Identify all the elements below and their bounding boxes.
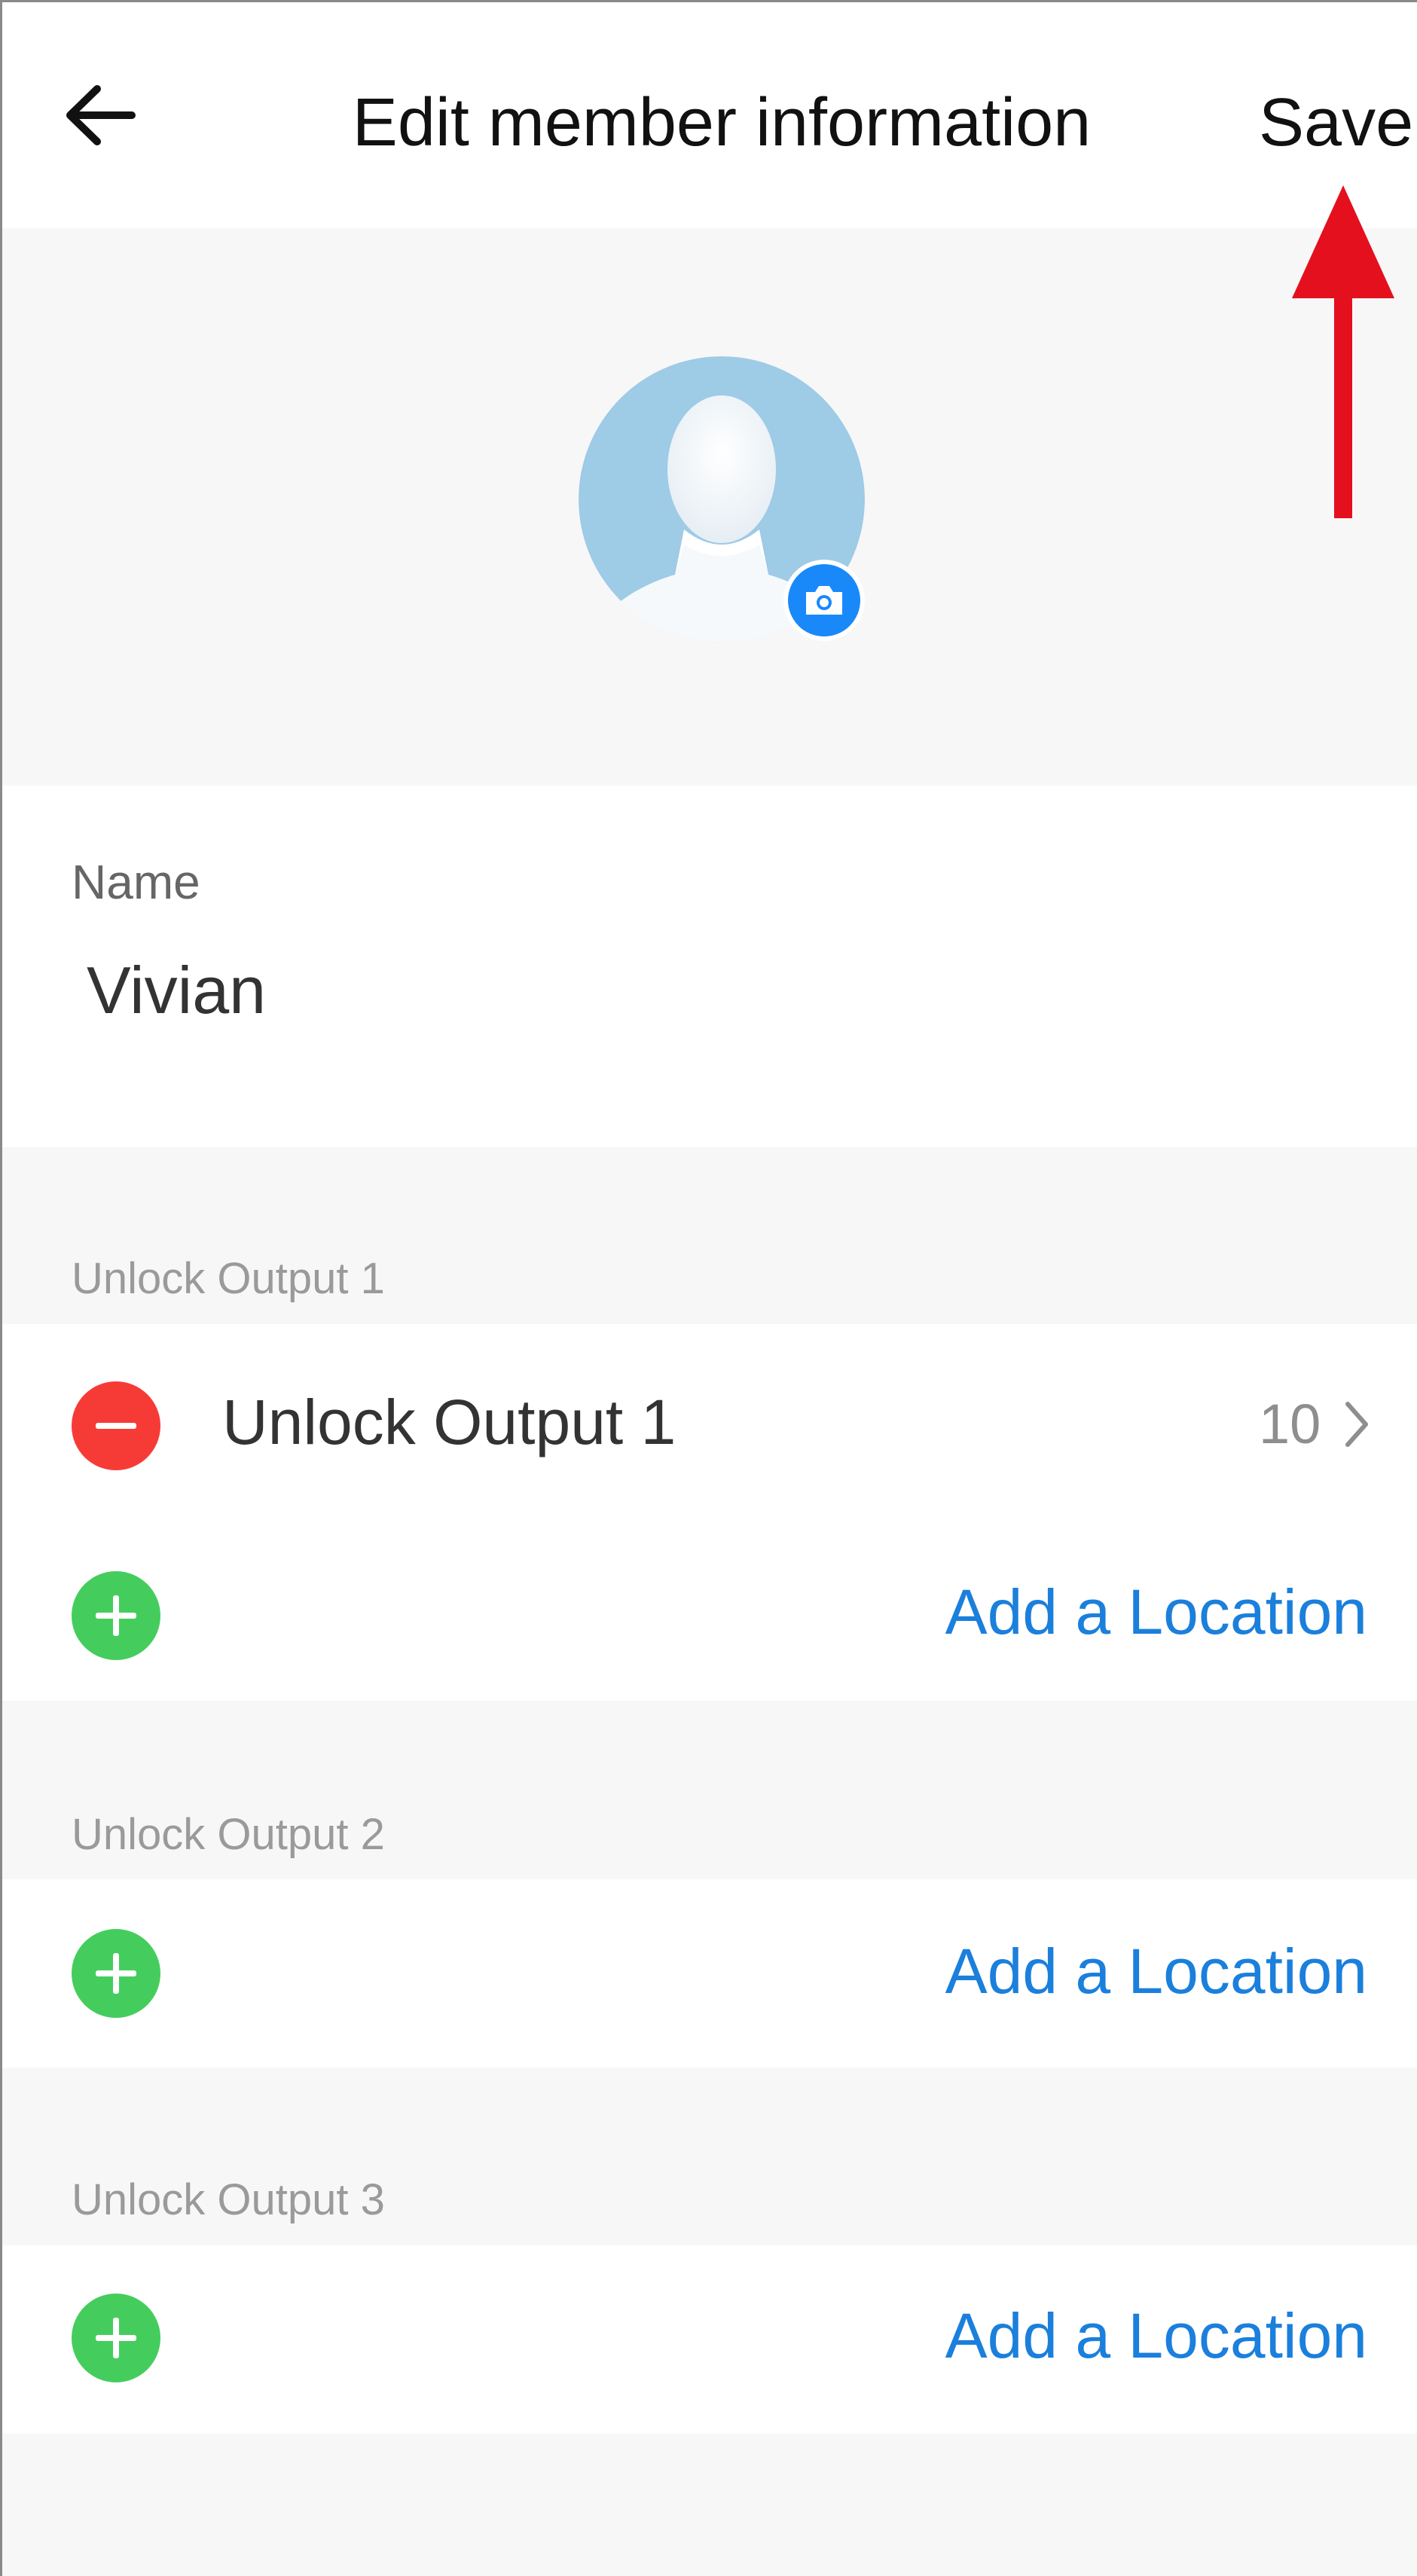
- section-label-unlock-output-3: Unlock Output 3: [72, 2175, 385, 2224]
- section-unlock-output-2: Add a Location: [2, 1879, 1417, 2068]
- add-location-row-2[interactable]: Add a Location: [2, 1879, 1417, 2068]
- section-label-unlock-output-1: Unlock Output 1: [72, 1254, 385, 1303]
- add-location-link[interactable]: Add a Location: [945, 2298, 1367, 2373]
- minus-circle-icon: [96, 1423, 136, 1429]
- camera-icon: [806, 586, 842, 615]
- list-item-unlock-output-1[interactable]: Unlock Output 1 10: [2, 1324, 1417, 1512]
- chevron-right-icon: [1334, 1387, 1379, 1462]
- avatar-section: [2, 228, 1417, 782]
- section-unlock-output-1: Unlock Output 1 10 Add a Location: [2, 1324, 1417, 1701]
- remove-location-button[interactable]: [72, 1381, 160, 1470]
- top-bar: Edit member information Save: [2, 2, 1417, 228]
- red-arrow-up-icon: [1292, 185, 1394, 518]
- location-count: 10: [1259, 1393, 1321, 1455]
- plus-circle-icon: [96, 1595, 136, 1636]
- change-photo-button[interactable]: [783, 560, 865, 641]
- page-title: Edit member information: [352, 85, 1092, 160]
- add-location-plus-button[interactable]: [72, 1571, 160, 1660]
- add-location-row-3[interactable]: Add a Location: [2, 2245, 1417, 2434]
- add-location-row-1[interactable]: Add a Location: [2, 1512, 1417, 1701]
- plus-circle-icon: [96, 1953, 136, 1994]
- name-field: Name Vivian: [2, 786, 1417, 1147]
- add-location-link[interactable]: Add a Location: [945, 1574, 1367, 1650]
- name-input[interactable]: Vivian: [87, 953, 266, 1028]
- name-label: Name: [72, 855, 200, 909]
- section-label-unlock-output-2: Unlock Output 2: [72, 1810, 385, 1859]
- add-location-plus-button[interactable]: [72, 2294, 160, 2382]
- save-button[interactable]: Save: [1259, 85, 1413, 160]
- add-location-plus-button[interactable]: [72, 1929, 160, 2018]
- app-screen: Edit member information Save Name Vivian…: [0, 0, 1417, 2576]
- add-location-link[interactable]: Add a Location: [945, 1934, 1367, 2009]
- section-unlock-output-3: Add a Location: [2, 2245, 1417, 2434]
- location-name: Unlock Output 1: [222, 1387, 676, 1457]
- plus-circle-icon: [96, 2318, 136, 2358]
